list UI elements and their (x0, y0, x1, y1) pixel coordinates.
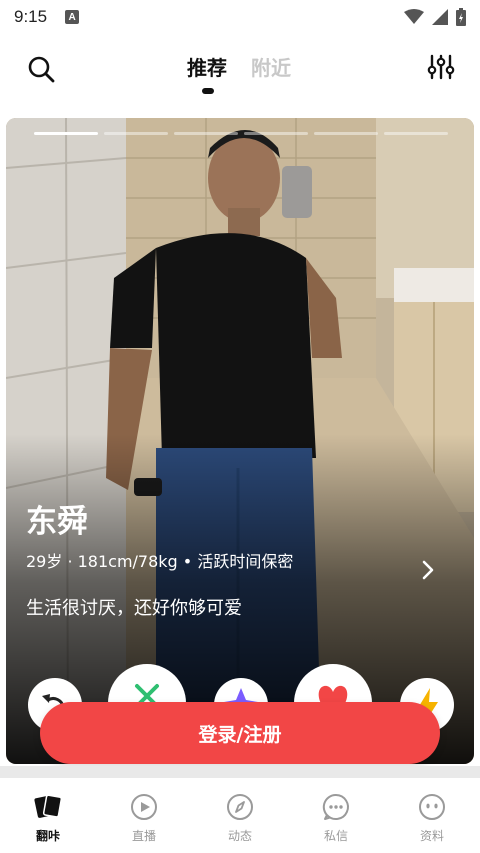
profile-card[interactable]: 东舜 29岁 · 181cm/78kg • 活跃时间保密 生活很讨厌，还好你够可… (6, 118, 474, 764)
active-tab-indicator (202, 88, 214, 94)
bottom-navigation: 翻咔 直播 动态 私信 资料 (0, 778, 480, 853)
profile-face-icon (419, 794, 445, 820)
nav-item-messages[interactable]: 私信 (288, 778, 384, 853)
photo-progress-segment (104, 132, 168, 135)
nav-item-fanka[interactable]: 翻咔 (0, 778, 96, 853)
top-navigation: 推荐 附近 (0, 34, 480, 106)
status-time: 9:15 (14, 7, 48, 26)
photo-progress-segment (314, 132, 378, 135)
nav-label: 动态 (227, 829, 252, 843)
profile-bio: 生活很讨厌，还好你够可爱 (26, 598, 242, 619)
nav-label: 资料 (419, 829, 444, 843)
chat-bubble-icon (322, 793, 349, 820)
photo-progress-segment (34, 132, 98, 135)
nav-label: 直播 (131, 829, 156, 843)
notification-icon: A (65, 10, 80, 24)
nav-divider (0, 766, 480, 778)
profile-meta: 29岁 · 181cm/78kg • 活跃时间保密 (26, 552, 294, 571)
tab-recommend[interactable]: 推荐 (187, 52, 227, 81)
battery-icon (456, 8, 466, 26)
cards-icon (34, 794, 63, 818)
photo-progress (34, 132, 448, 135)
filter-sliders-icon[interactable] (426, 52, 456, 82)
status-bar: 9:15 A (0, 0, 480, 34)
nav-item-profile[interactable]: 资料 (384, 778, 480, 853)
nav-label: 翻咔 (35, 829, 60, 843)
nav-label: 私信 (323, 829, 348, 843)
search-icon[interactable] (26, 54, 56, 84)
photo-progress-segment (244, 132, 308, 135)
profile-name: 东舜 (26, 504, 88, 540)
nav-item-live[interactable]: 直播 (96, 778, 192, 853)
wifi-icon (404, 9, 424, 24)
photo-progress-segment (384, 132, 448, 135)
chevron-right-icon[interactable] (418, 558, 438, 582)
login-register-button[interactable]: 登录/注册 (40, 702, 440, 764)
status-icons (404, 8, 466, 26)
cellular-signal-icon (432, 9, 448, 25)
photo-progress-segment (174, 132, 238, 135)
nav-item-moments[interactable]: 动态 (192, 778, 288, 853)
compass-icon (227, 794, 253, 820)
play-circle-icon (131, 794, 157, 820)
tab-nearby[interactable]: 附近 (251, 52, 291, 81)
